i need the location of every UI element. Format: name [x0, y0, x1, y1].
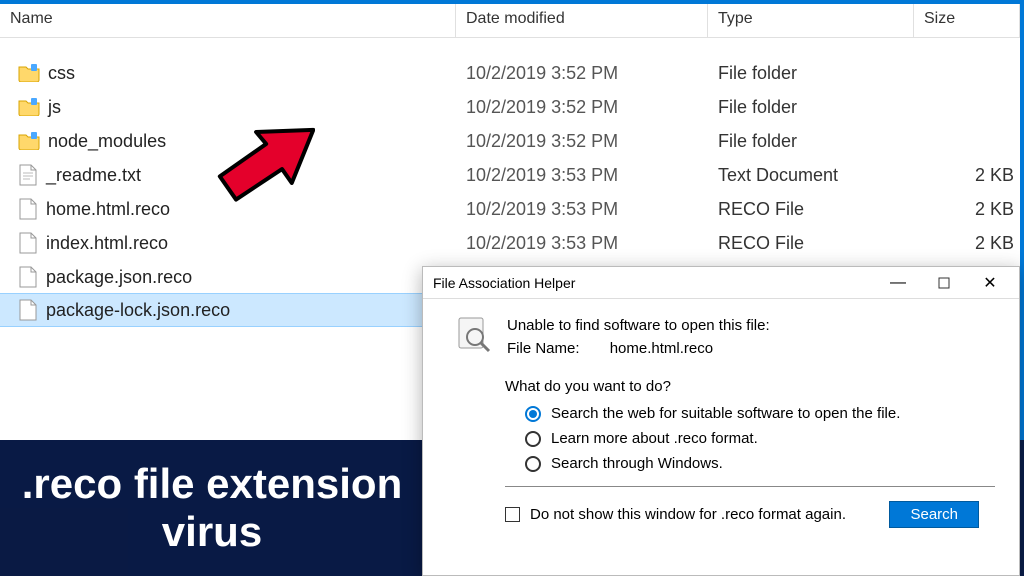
column-headers: Name Date modified Type Size	[0, 4, 1020, 38]
file-type: File folder	[708, 63, 914, 84]
file-date: 10/2/2019 3:52 PM	[456, 63, 708, 84]
dialog-title: File Association Helper	[433, 275, 875, 291]
file-size: 2 KB	[914, 233, 1020, 254]
file-name: node_modules	[48, 131, 166, 152]
file-row[interactable]: _readme.txt 10/2/2019 3:53 PMText Documen…	[0, 158, 1020, 192]
folder-icon	[18, 64, 40, 82]
dont-show-checkbox[interactable]	[505, 507, 520, 522]
minimize-button[interactable]: —	[875, 268, 921, 298]
file-row[interactable]: css 10/2/2019 3:52 PMFile folder	[0, 56, 1020, 90]
file-row[interactable]: js 10/2/2019 3:52 PMFile folder	[0, 90, 1020, 124]
arrow-annotation	[215, 112, 315, 212]
filename-label: File Name:	[507, 340, 580, 357]
filename-value: home.html.reco	[610, 338, 713, 361]
file-row[interactable]: home.html.reco 10/2/2019 3:53 PMRECO File…	[0, 192, 1020, 226]
file-type: File folder	[708, 97, 914, 118]
dialog-prompt: What do you want to do?	[453, 378, 999, 395]
text-file-icon	[18, 164, 38, 186]
file-type: RECO File	[708, 233, 914, 254]
file-date: 10/2/2019 3:53 PM	[456, 199, 708, 220]
file-name: package-lock.json.reco	[46, 300, 230, 321]
dialog-option[interactable]: Search the web for suitable software to …	[525, 405, 999, 422]
file-date: 10/2/2019 3:52 PM	[456, 97, 708, 118]
caption-text: .reco file extension virus	[18, 460, 406, 557]
column-date[interactable]: Date modified	[456, 4, 708, 38]
file-name: package.json.reco	[46, 267, 192, 288]
dialog-titlebar[interactable]: File Association Helper — ✕	[423, 267, 1019, 299]
column-type[interactable]: Type	[708, 4, 914, 38]
file-row[interactable]: index.html.reco 10/2/2019 3:53 PMRECO Fil…	[0, 226, 1020, 260]
dialog-option[interactable]: Learn more about .reco format.	[525, 430, 999, 447]
column-name[interactable]: Name	[0, 4, 456, 38]
file-association-dialog: File Association Helper — ✕ Unable to fi…	[422, 266, 1020, 576]
radio-button[interactable]	[525, 406, 541, 422]
option-label: Search the web for suitable software to …	[551, 405, 900, 422]
file-name: js	[48, 97, 61, 118]
column-size[interactable]: Size	[914, 4, 1020, 38]
dialog-options: Search the web for suitable software to …	[453, 405, 999, 472]
dialog-option[interactable]: Search through Windows.	[525, 455, 999, 472]
file-size: 2 KB	[914, 165, 1020, 186]
file-name: home.html.reco	[46, 199, 170, 220]
file-date: 10/2/2019 3:53 PM	[456, 233, 708, 254]
file-name: index.html.reco	[46, 233, 168, 254]
option-label: Learn more about .reco format.	[551, 430, 758, 447]
file-type: Text Document	[708, 165, 914, 186]
dialog-separator	[505, 486, 995, 487]
maximize-button[interactable]	[921, 268, 967, 298]
file-date: 10/2/2019 3:53 PM	[456, 165, 708, 186]
file-name: _readme.txt	[46, 165, 141, 186]
file-row[interactable]: node_modules 10/2/2019 3:52 PMFile folder	[0, 124, 1020, 158]
file-type: RECO File	[708, 199, 914, 220]
dialog-unable-text: Unable to find software to open this fil…	[507, 315, 770, 338]
file-size: 2 KB	[914, 199, 1020, 220]
radio-button[interactable]	[525, 456, 541, 472]
folder-icon	[18, 98, 40, 116]
search-button[interactable]: Search	[889, 501, 979, 528]
blank-file-icon	[18, 299, 38, 321]
close-button[interactable]: ✕	[967, 268, 1013, 298]
file-type: File folder	[708, 131, 914, 152]
option-label: Search through Windows.	[551, 455, 723, 472]
file-date: 10/2/2019 3:52 PM	[456, 131, 708, 152]
dont-show-label: Do not show this window for .reco format…	[530, 506, 879, 523]
search-file-icon	[453, 315, 493, 355]
file-name: css	[48, 63, 75, 84]
blank-file-icon	[18, 198, 38, 220]
radio-button[interactable]	[525, 431, 541, 447]
folder-icon	[18, 132, 40, 150]
blank-file-icon	[18, 266, 38, 288]
caption-overlay: .reco file extension virus	[0, 440, 424, 576]
blank-file-icon	[18, 232, 38, 254]
